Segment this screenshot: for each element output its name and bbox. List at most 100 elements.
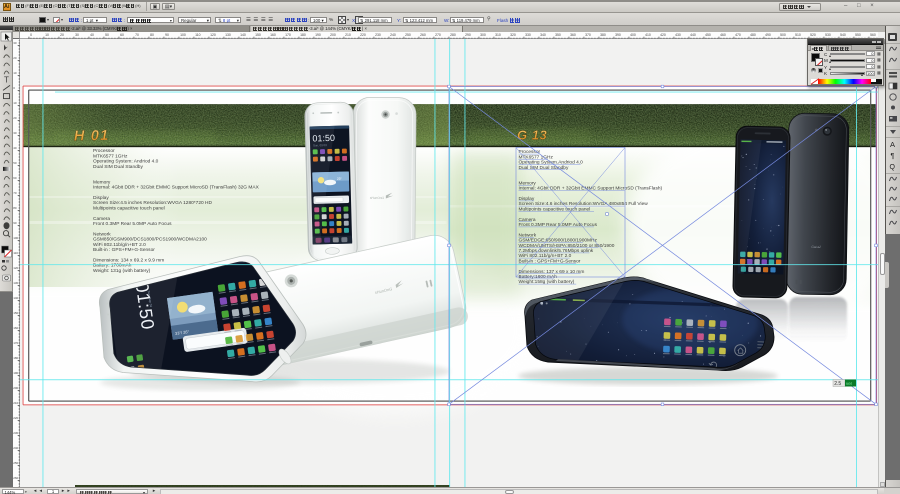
svg-text:160: 160 (13, 326, 18, 330)
svg-text:100: 100 (180, 33, 186, 37)
svg-text:250: 250 (13, 461, 18, 465)
svg-text:190: 190 (13, 371, 18, 375)
svg-text:500: 500 (780, 33, 786, 37)
svg-text:100: 100 (13, 236, 18, 240)
svg-text:450: 450 (705, 33, 711, 37)
svg-text:200: 200 (330, 33, 336, 37)
svg-text:130: 130 (13, 281, 18, 285)
svg-text:180: 180 (13, 356, 18, 360)
svg-text:560: 560 (870, 33, 876, 37)
svg-text:30: 30 (75, 33, 79, 37)
svg-text:70: 70 (135, 33, 139, 37)
svg-text:230: 230 (375, 33, 381, 37)
svg-text:330: 330 (525, 33, 531, 37)
svg-text:420: 420 (660, 33, 666, 37)
svg-text:Operating System: Andriod 4.0: Operating System: Andriod 4.0 (93, 159, 159, 165)
svg-text:Processor: Processor (93, 148, 115, 154)
svg-text:MTK6577 1GHz: MTK6577 1GHz (93, 153, 128, 159)
svg-text:20: 20 (13, 56, 17, 60)
svg-text:200: 200 (13, 386, 18, 390)
svg-text:320: 320 (510, 33, 516, 37)
svg-text:Camera: Camera (93, 216, 110, 222)
svg-text:410: 410 (645, 33, 651, 37)
svg-text:sHunOnG: sHunOnG (370, 196, 385, 200)
svg-text:T: T (4, 75, 9, 84)
svg-text:GSM850/GSM900/DCS1800/PCS1900/: GSM850/GSM900/DCS1800/PCS1900/WCDMA2100 (93, 237, 207, 243)
svg-text:60: 60 (13, 176, 17, 180)
svg-text:Internal: 4Gbit DDR + 32Gbit E: Internal: 4Gbit DDR + 32Gbit EMMC Suppor… (93, 185, 260, 191)
svg-text:210: 210 (345, 33, 351, 37)
svg-text:170: 170 (13, 341, 18, 345)
svg-text:550: 550 (855, 33, 861, 37)
svg-text:Display: Display (93, 195, 109, 201)
svg-text:170: 170 (285, 33, 291, 37)
svg-text:ver: ver (846, 381, 853, 386)
svg-text:40: 40 (90, 33, 94, 37)
svg-text:480: 480 (750, 33, 756, 37)
svg-text:Q: Q (890, 164, 896, 171)
svg-text:2.5: 2.5 (834, 381, 841, 387)
svg-text:290: 290 (465, 33, 471, 37)
svg-text:20: 20 (13, 116, 17, 120)
svg-text:530: 530 (825, 33, 831, 37)
svg-text:150: 150 (13, 311, 18, 315)
svg-text:WiFi 802.11b/g/n+BT 2.0: WiFi 802.11b/g/n+BT 2.0 (93, 242, 146, 248)
svg-text:80: 80 (13, 206, 17, 210)
svg-text:520: 520 (810, 33, 816, 37)
svg-text:470: 470 (735, 33, 741, 37)
svg-text:Dual SIM Dual Standby: Dual SIM Dual Standby (93, 164, 143, 170)
svg-text:Network: Network (93, 231, 111, 237)
svg-text:A: A (890, 140, 895, 149)
svg-text:220: 220 (360, 33, 366, 37)
svg-text:110: 110 (195, 33, 201, 37)
svg-text:280: 280 (450, 33, 456, 37)
svg-text:120: 120 (13, 266, 18, 270)
svg-text:350: 350 (555, 33, 561, 37)
svg-text:460: 460 (720, 33, 726, 37)
svg-text:50: 50 (13, 161, 17, 165)
svg-text:240: 240 (13, 446, 18, 450)
svg-text:Multipoints capacitive touch p: Multipoints capacitive touch panel (93, 205, 165, 211)
svg-text:360: 360 (570, 33, 576, 37)
svg-text:240: 240 (390, 33, 396, 37)
svg-text:23°: 23° (337, 177, 343, 181)
svg-text:30: 30 (13, 131, 17, 135)
svg-text:340: 340 (540, 33, 546, 37)
svg-text:510: 510 (795, 33, 801, 37)
svg-text:260: 260 (13, 476, 18, 480)
svg-text:260: 260 (420, 33, 426, 37)
svg-text:30: 30 (13, 41, 17, 45)
svg-text:300: 300 (480, 33, 486, 37)
svg-text:180: 180 (300, 33, 306, 37)
svg-text:60: 60 (120, 33, 124, 37)
svg-text:400: 400 (630, 33, 636, 37)
svg-text:210: 210 (13, 401, 18, 405)
svg-text:Built-in : GPS+FM+G-Sensor: Built-in : GPS+FM+G-Sensor (93, 247, 155, 253)
svg-text:GaLaZ: GaLaZ (811, 245, 822, 249)
svg-text:10: 10 (45, 33, 49, 37)
svg-text:110: 110 (13, 251, 18, 255)
svg-text:H 01: H 01 (74, 128, 110, 145)
svg-text:40: 40 (13, 146, 17, 150)
svg-text:Screen Size:4.5 inches Resol: Screen Size:4.5 inches Resolution:WVGA 1… (93, 200, 212, 206)
svg-text:50: 50 (105, 33, 109, 37)
svg-text:490: 490 (765, 33, 771, 37)
svg-text:70: 70 (13, 191, 17, 195)
svg-text:390: 390 (615, 33, 621, 37)
svg-text:310: 310 (495, 33, 501, 37)
svg-text:0: 0 (30, 33, 32, 37)
svg-text:Front 0.3MP Rear 5.0MP Auto: Front 0.3MP Rear 5.0MP Auto Focus (93, 221, 172, 227)
svg-text:150: 150 (255, 33, 261, 37)
svg-text:160: 160 (270, 33, 276, 37)
svg-text:140: 140 (240, 33, 246, 37)
svg-text:Weight: 131g (with battery): Weight: 131g (with battery) (93, 268, 151, 274)
svg-text:¶: ¶ (891, 153, 895, 160)
svg-text:440: 440 (690, 33, 696, 37)
svg-text:90: 90 (13, 221, 17, 225)
svg-text:10: 10 (13, 71, 17, 75)
svg-text:20: 20 (60, 33, 64, 37)
svg-text:540: 540 (840, 33, 846, 37)
svg-text:120: 120 (210, 33, 216, 37)
svg-text:380: 380 (600, 33, 606, 37)
svg-text:90: 90 (165, 33, 169, 37)
